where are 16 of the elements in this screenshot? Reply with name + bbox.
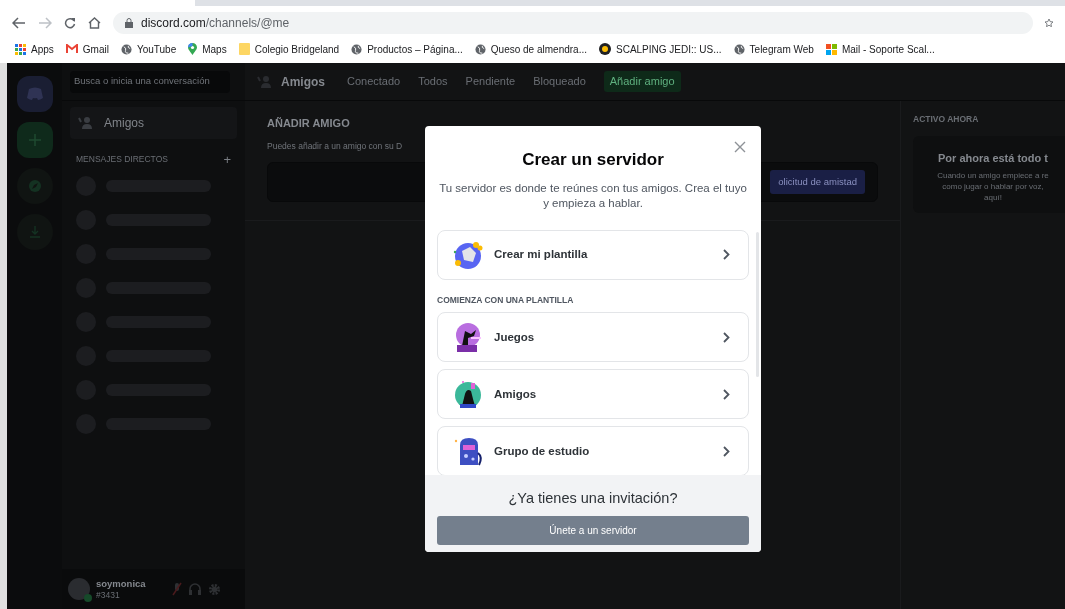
footer-title: ¿Ya tienes una invitación?	[508, 489, 678, 508]
user-tag: #3431	[96, 589, 166, 601]
url-text: discord.com/channels/@me	[141, 14, 290, 32]
empty-state-text: Cuando un amigo empiece a re	[937, 170, 1049, 182]
section-title: ACTIVO AHORA	[913, 113, 980, 126]
section-title: AÑADIR AMIGO	[267, 116, 351, 131]
empty-state-text: como jugar o hablar por voz,	[942, 181, 1044, 193]
username: soymonica	[96, 577, 147, 590]
description-text: Puedes añadir a un amigo con su D	[267, 139, 403, 153]
section-label: COMIENZA CON UNA PLANTILLA	[437, 293, 575, 307]
dialog-title: Crear un servidor	[521, 149, 665, 171]
empty-state-heading: Por ahora está todo t	[938, 150, 1048, 166]
header-title: Amigos	[281, 73, 325, 91]
section-header: MENSAJES DIRECTOS	[76, 153, 168, 166]
empty-state-text: aquí!	[984, 192, 1002, 204]
dialog-subtitle: Tu servidor es donde te reúnes con tus amigos. Crea el tuyo y empieza a hablar.	[438, 180, 748, 211]
